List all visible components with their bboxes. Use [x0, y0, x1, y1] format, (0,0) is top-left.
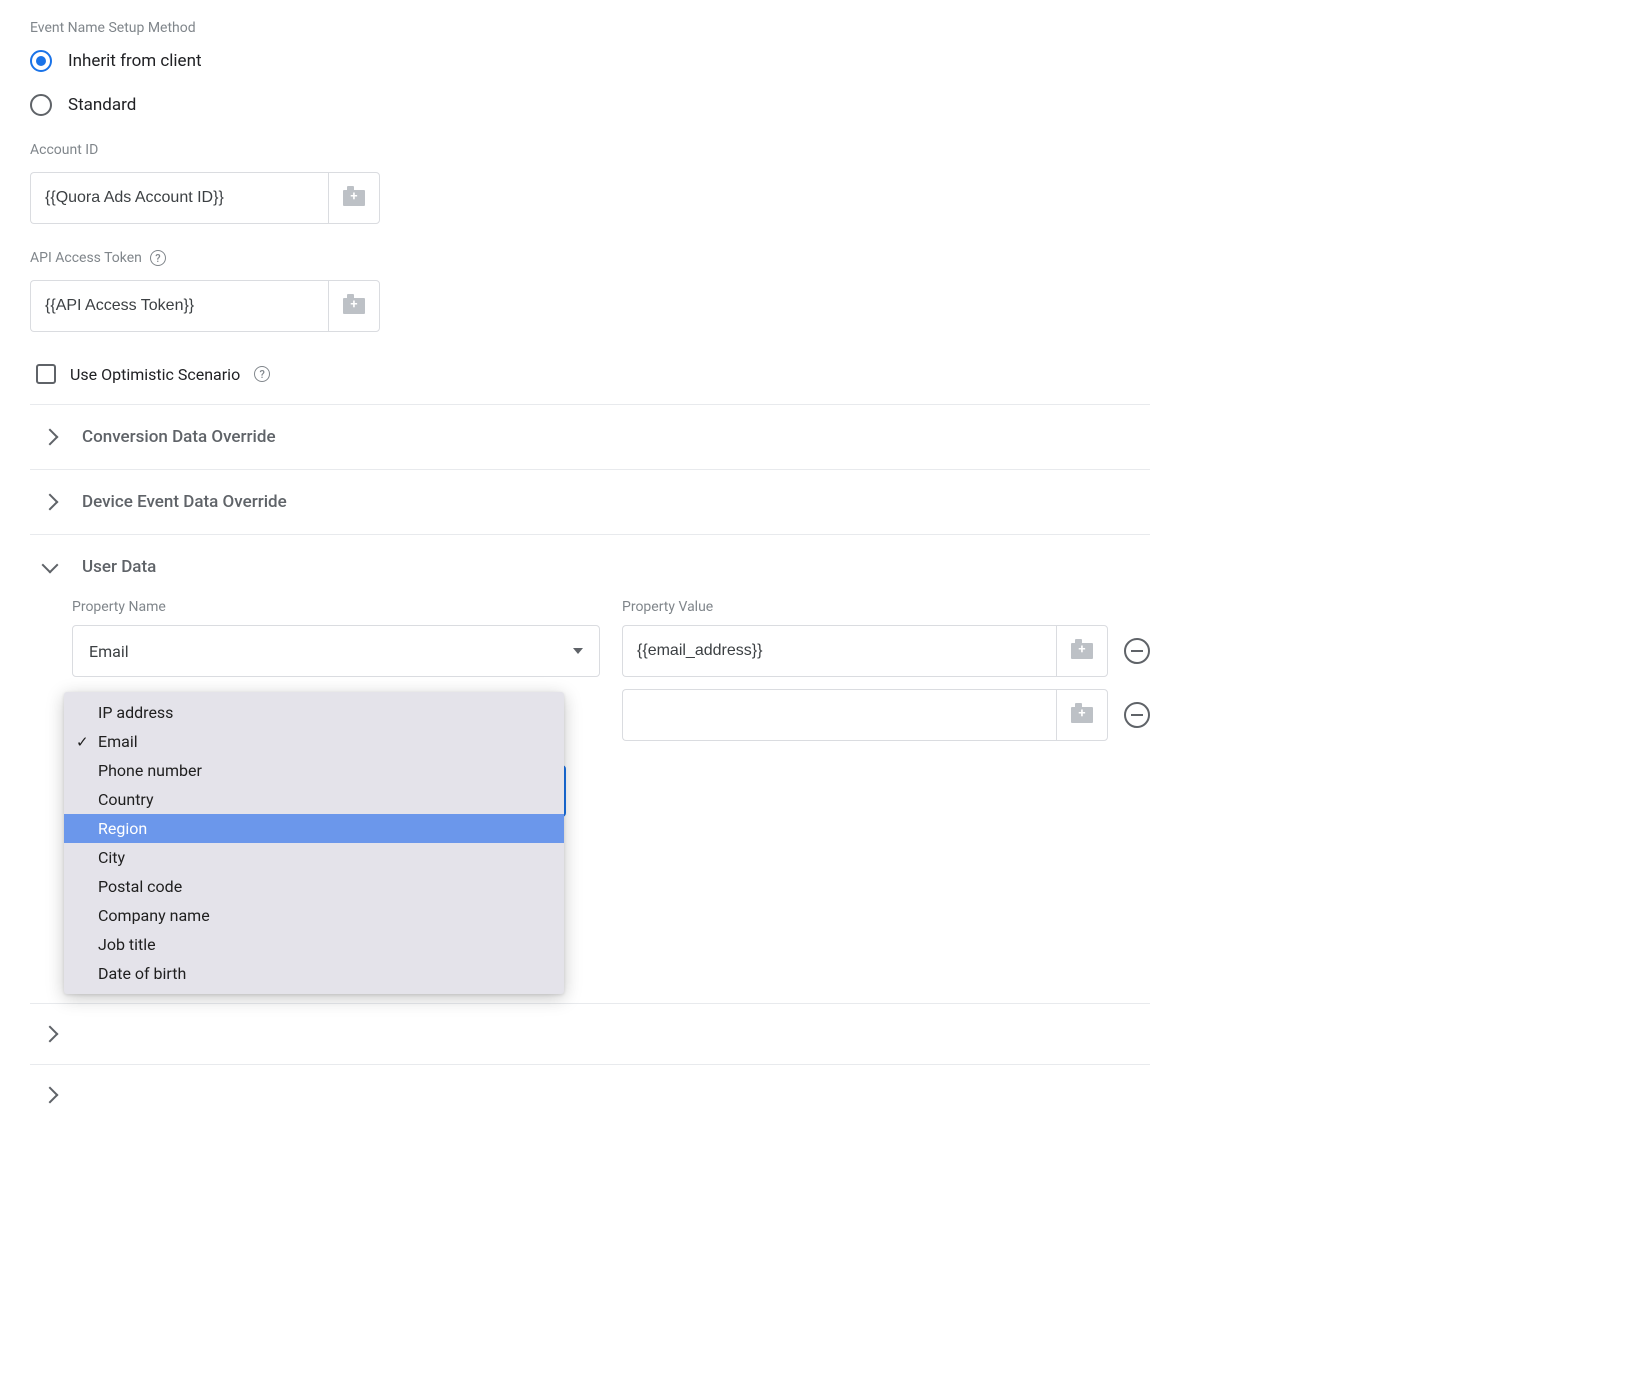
api-token-input[interactable] [30, 280, 328, 332]
radio-icon [30, 94, 52, 116]
dropdown-option[interactable]: Company name [64, 901, 564, 930]
setup-method-label: Event Name Setup Method [30, 20, 1150, 36]
dropdown-option[interactable]: Region [64, 814, 564, 843]
dropdown-option[interactable]: Date of birth [64, 959, 564, 988]
chevron-right-icon [42, 1087, 59, 1104]
accordion-hidden-2[interactable] [30, 1064, 1150, 1125]
property-value-row-0 [622, 625, 1150, 677]
accordion-user-data-label: User Data [82, 557, 156, 577]
minus-icon [1131, 650, 1143, 652]
remove-row-button-1[interactable] [1124, 702, 1150, 728]
accordion-device-label: Device Event Data Override [82, 492, 287, 512]
variable-icon [343, 190, 365, 206]
optimistic-label: Use Optimistic Scenario [70, 365, 240, 384]
dropdown-option-label: Country [98, 790, 154, 809]
dropdown-option-label: City [98, 848, 125, 867]
dropdown-option-label: IP address [98, 703, 173, 722]
help-icon[interactable]: ? [150, 250, 166, 266]
property-value-input-0[interactable] [622, 625, 1056, 677]
api-token-label-text: API Access Token [30, 250, 142, 266]
account-id-field-wrap [30, 172, 380, 224]
chevron-right-icon [42, 1026, 59, 1043]
dropdown-option[interactable]: ✓ Email [64, 727, 564, 756]
api-token-field-wrap [30, 280, 380, 332]
dropdown-option-label: Region [98, 819, 147, 838]
caret-down-icon [573, 648, 583, 654]
property-name-dropdown: IP address ✓ Email Phone number Country Regio… [64, 692, 564, 994]
accordion-user-data[interactable]: User Data [30, 535, 1150, 599]
dropdown-option[interactable]: Country [64, 785, 564, 814]
accordion-hidden-1[interactable] [30, 1003, 1150, 1064]
setup-method-radio-group: Inherit from client Standard [30, 50, 1150, 116]
check-icon: ✓ [76, 733, 89, 751]
dropdown-option[interactable]: Job title [64, 930, 564, 959]
property-value-label: Property Value [622, 599, 1150, 615]
dropdown-option-label: Job title [98, 935, 156, 954]
variable-icon [343, 298, 365, 314]
dropdown-option[interactable]: IP address [64, 698, 564, 727]
property-value-input-1[interactable] [622, 689, 1056, 741]
accordion-device[interactable]: Device Event Data Override [30, 470, 1150, 535]
account-id-input[interactable] [30, 172, 328, 224]
radio-standard[interactable]: Standard [30, 94, 1150, 116]
variable-icon [1071, 707, 1093, 723]
chevron-down-icon [42, 557, 59, 574]
chevron-right-icon [42, 429, 59, 446]
dropdown-option[interactable]: City [64, 843, 564, 872]
property-name-label: Property Name [72, 599, 600, 615]
property-name-value-0: Email [89, 642, 129, 661]
account-id-variable-button[interactable] [328, 172, 380, 224]
api-token-variable-button[interactable] [328, 280, 380, 332]
variable-icon [1071, 643, 1093, 659]
help-icon[interactable]: ? [254, 366, 270, 382]
dropdown-option-label: Date of birth [98, 964, 186, 983]
radio-inherit-label: Inherit from client [68, 51, 202, 71]
remove-row-button-0[interactable] [1124, 638, 1150, 664]
property-value-variable-button-1[interactable] [1056, 689, 1108, 741]
radio-standard-label: Standard [68, 95, 136, 115]
dropdown-option[interactable]: Postal code [64, 872, 564, 901]
dropdown-option-label: Company name [98, 906, 210, 925]
dropdown-option-label: Email [98, 732, 138, 751]
radio-inherit[interactable]: Inherit from client [30, 50, 1150, 72]
radio-icon [30, 50, 52, 72]
accordion-conversion[interactable]: Conversion Data Override [30, 405, 1150, 470]
dropdown-option[interactable]: Phone number [64, 756, 564, 785]
dropdown-option-label: Postal code [98, 877, 182, 896]
accordion-conversion-label: Conversion Data Override [82, 427, 276, 447]
chevron-right-icon [42, 494, 59, 511]
checkbox-icon [36, 364, 56, 384]
dropdown-option-label: Phone number [98, 761, 202, 780]
property-name-select-0[interactable]: Email [72, 625, 600, 677]
api-token-label: API Access Token ? [30, 250, 1150, 266]
property-value-variable-button-0[interactable] [1056, 625, 1108, 677]
optimistic-checkbox-row[interactable]: Use Optimistic Scenario ? [30, 358, 1150, 404]
property-value-row-1 [622, 689, 1150, 741]
minus-icon [1131, 714, 1143, 716]
user-data-body: Property Name Email Property Value [30, 599, 1150, 817]
account-id-label: Account ID [30, 142, 1150, 158]
